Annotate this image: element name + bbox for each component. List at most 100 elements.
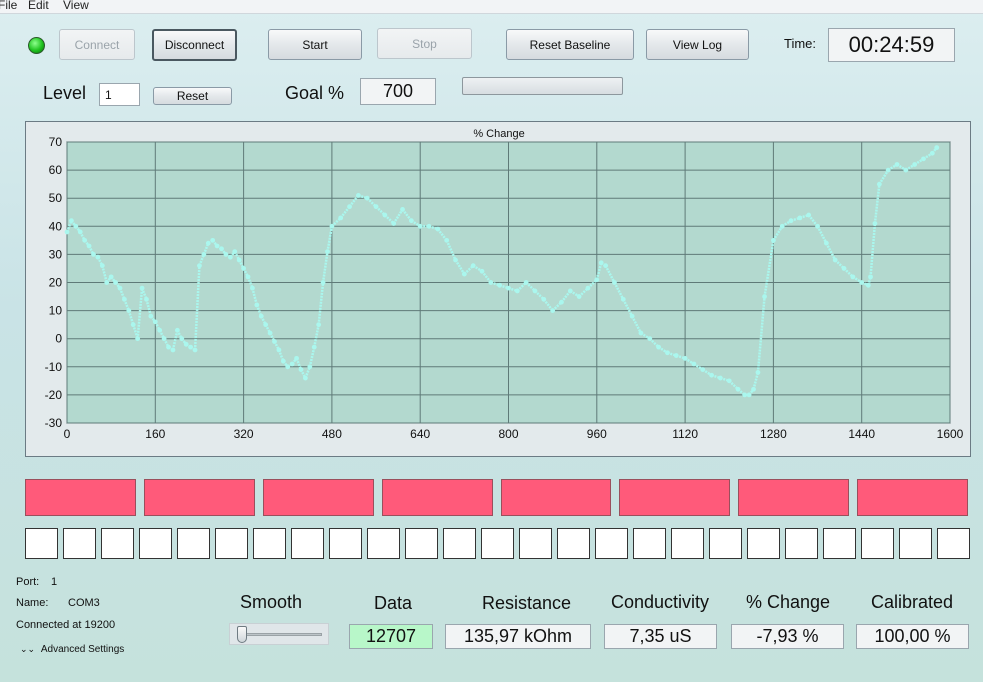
x-tick-label: 1280 <box>760 427 787 441</box>
y-tick-label: 0 <box>55 332 62 346</box>
step-indicator-3 <box>101 528 134 559</box>
step-indicator-1 <box>25 528 58 559</box>
name-value: COM3 <box>68 597 100 609</box>
x-tick-label: 1440 <box>848 427 875 441</box>
x-tick-label: 640 <box>410 427 430 441</box>
start-button[interactable]: Start <box>268 29 362 60</box>
disconnect-button[interactable]: Disconnect <box>152 29 237 61</box>
step-indicator-12 <box>443 528 476 559</box>
connection-status-text: Connected at 19200 <box>16 619 116 631</box>
x-tick-label: 800 <box>498 427 518 441</box>
name-label: Name: <box>16 597 49 609</box>
data-label: Data <box>374 593 413 613</box>
step-indicator-25 <box>937 528 970 559</box>
y-tick-label: 60 <box>49 163 63 177</box>
step-indicator-22 <box>823 528 856 559</box>
step-indicator-19 <box>709 528 742 559</box>
goal-indicator-7 <box>738 479 850 516</box>
goal-indicator-3 <box>262 479 374 516</box>
y-tick-label: -20 <box>45 388 63 402</box>
percent-change-value: -7,93 % <box>731 624 844 649</box>
time-label: Time: <box>784 36 817 51</box>
step-indicator-10 <box>367 528 400 559</box>
step-indicator-20 <box>747 528 780 559</box>
smooth-slider-track <box>238 633 322 636</box>
step-indicator-2 <box>63 528 96 559</box>
double-chevron-down-icon: ⌄⌄ <box>20 644 36 654</box>
step-indicator-15 <box>557 528 590 559</box>
step-indicator-18 <box>671 528 704 559</box>
smooth-label: Smooth <box>240 592 303 612</box>
y-tick-label: -10 <box>45 360 63 374</box>
x-tick-label: 0 <box>64 427 71 441</box>
step-indicator-5 <box>177 528 210 559</box>
goal-indicator-4 <box>381 479 493 516</box>
menu-bar: File Edit View <box>0 0 983 14</box>
x-tick-label: 320 <box>234 427 254 441</box>
step-indicator-8 <box>291 528 324 559</box>
step-indicator-23 <box>861 528 894 559</box>
x-tick-label: 960 <box>587 427 607 441</box>
y-tick-label: 50 <box>49 191 63 205</box>
x-tick-label: 480 <box>322 427 342 441</box>
data-value: 12707 <box>349 624 433 649</box>
step-indicator-9 <box>329 528 362 559</box>
step-indicator-16 <box>595 528 628 559</box>
step-indicator-4 <box>139 528 172 559</box>
y-tick-label: 40 <box>49 219 63 233</box>
goal-indicator-6 <box>619 479 731 516</box>
y-tick-label: 70 <box>49 135 63 149</box>
menu-file[interactable]: File <box>0 0 17 12</box>
time-display: 00:24:59 <box>828 28 955 62</box>
view-log-button[interactable]: View Log <box>646 29 749 60</box>
x-tick-label: 1600 <box>937 427 964 441</box>
advanced-settings-label: Advanced Settings <box>40 644 125 655</box>
y-tick-label: 20 <box>49 276 63 290</box>
step-indicator-7 <box>253 528 286 559</box>
percent-change-chart: % Change 0 160 320 480 640 800 960 1120 1280 1440… <box>45 128 964 441</box>
goal-indicator-5 <box>500 479 612 516</box>
level-label: Level <box>43 83 87 103</box>
y-tick-label: 10 <box>49 304 63 318</box>
connection-status-led <box>28 37 45 54</box>
goal-progress-bar <box>462 77 623 95</box>
calibrated-label: Calibrated <box>871 592 954 612</box>
resistance-value: 135,97 kOhm <box>445 624 591 649</box>
menu-edit[interactable]: Edit <box>28 0 49 12</box>
advanced-settings-toggle[interactable]: ⌄⌄ Advanced Settings <box>20 644 124 655</box>
chart-title: % Change <box>473 128 524 140</box>
level-reset-button[interactable]: Reset <box>153 87 232 105</box>
menu-view[interactable]: View <box>63 0 89 12</box>
goal-indicator-1 <box>25 479 136 516</box>
smooth-slider-thumb[interactable] <box>237 626 247 643</box>
calibrated-value: 100,00 % <box>856 624 969 649</box>
percent-change-label: % Change <box>746 592 831 612</box>
reset-baseline-button[interactable]: Reset Baseline <box>506 29 634 60</box>
goal-indicator-8 <box>857 479 968 516</box>
step-indicator-13 <box>481 528 514 559</box>
step-indicator-14 <box>519 528 552 559</box>
port-label: Port: <box>16 576 40 588</box>
step-indicator-21 <box>785 528 818 559</box>
x-tick-label: 160 <box>145 427 165 441</box>
goal-label: Goal % <box>285 83 345 103</box>
step-indicator-6 <box>215 528 248 559</box>
port-value: 1 <box>51 576 58 588</box>
step-indicator-17 <box>633 528 666 559</box>
resistance-label: Resistance <box>482 593 572 613</box>
level-input[interactable]: 1 <box>99 83 140 106</box>
smooth-slider[interactable] <box>229 623 329 645</box>
step-indicator-11 <box>405 528 438 559</box>
chart-panel: % Change 0 160 320 480 640 800 960 1120 1280 1440… <box>25 121 971 457</box>
data-point <box>934 145 940 151</box>
y-tick-label: 30 <box>49 247 63 261</box>
step-indicator-24 <box>899 528 932 559</box>
stop-button[interactable]: Stop <box>377 28 472 59</box>
goal-value: 700 <box>360 78 436 105</box>
y-tick-label: -30 <box>45 416 63 430</box>
goal-indicator-2 <box>143 479 255 516</box>
x-tick-label: 1120 <box>672 427 698 441</box>
conductivity-value: 7,35 uS <box>604 624 717 649</box>
conductivity-label: Conductivity <box>611 592 710 612</box>
connect-button[interactable]: Connect <box>59 29 135 60</box>
